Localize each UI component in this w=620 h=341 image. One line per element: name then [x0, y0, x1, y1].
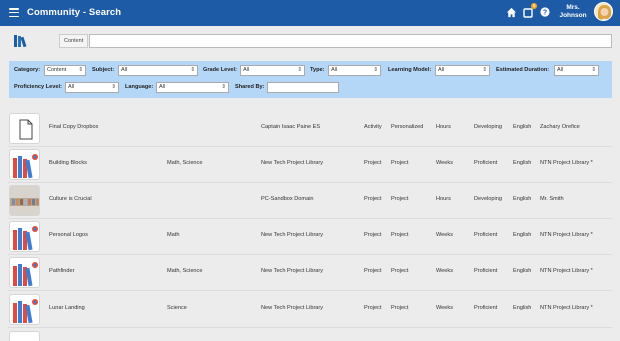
inbox-icon[interactable] — [523, 7, 533, 18]
result-duration: Weeks — [436, 160, 453, 166]
subject-label: Subject: — [92, 67, 115, 73]
avatar[interactable] — [594, 2, 613, 21]
result-title[interactable]: Final Copy Dropbox — [49, 124, 98, 130]
language-label: Language: — [125, 84, 154, 90]
result-model: Personalized — [391, 124, 424, 130]
result-duration: Hours — [436, 124, 451, 130]
document-icon — [9, 331, 40, 341]
svg-text:?: ? — [543, 10, 547, 17]
grade-level-label: Grade Level: — [203, 67, 237, 73]
result-title[interactable]: Culture is Crucial — [49, 196, 92, 202]
proficiency-level-label: Proficiency Level: — [14, 84, 62, 90]
result-type: Project — [364, 196, 382, 202]
category-select[interactable]: Content — [44, 65, 86, 76]
result-language: English — [513, 305, 532, 311]
search-input[interactable] — [89, 34, 612, 48]
result-row[interactable]: Lunar Landing Science New Tech Project L… — [8, 292, 612, 328]
result-language: English — [513, 160, 532, 166]
estimated-duration-label: Estimated Duration: — [496, 67, 550, 73]
home-icon[interactable] — [506, 7, 517, 18]
result-proficiency: Proficient — [474, 305, 498, 311]
library-logo-icon — [14, 35, 27, 48]
result-model: Project — [391, 160, 409, 166]
result-proficiency: Proficient — [474, 268, 498, 274]
result-title[interactable]: Lunar Landing — [49, 305, 85, 311]
result-duration: Hours — [436, 196, 451, 202]
result-type: Activity — [364, 124, 382, 130]
books-icon — [9, 221, 40, 252]
content-label: Content — [59, 34, 89, 48]
result-subject: Science — [167, 305, 187, 311]
result-language: English — [513, 268, 532, 274]
result-row[interactable]: Final Copy Dropbox Captain Isaac Paine E… — [8, 111, 612, 147]
result-type: Project — [364, 160, 382, 166]
type-label: Type: — [310, 67, 325, 73]
result-language: English — [513, 232, 532, 238]
result-source: New Tech Project Library — [261, 268, 324, 274]
books-icon — [9, 257, 40, 288]
result-proficiency: Developing — [474, 124, 502, 130]
result-type: Project — [364, 268, 382, 274]
type-select[interactable]: All — [328, 65, 381, 76]
result-type: Project — [364, 305, 382, 311]
result-proficiency: Proficient — [474, 232, 498, 238]
result-language: English — [513, 196, 532, 202]
proficiency-level-select[interactable]: All — [65, 82, 119, 93]
result-shared-by: NTN Project Library * — [540, 232, 593, 238]
result-shared-by: Zachary Orefice — [540, 124, 580, 130]
estimated-duration-select[interactable]: All — [554, 65, 599, 76]
result-title[interactable]: Pathfinder — [49, 268, 75, 274]
help-icon[interactable]: ? — [540, 7, 550, 17]
shared-by-input[interactable] — [267, 82, 339, 93]
result-duration: Weeks — [436, 232, 453, 238]
result-model: Project — [391, 305, 409, 311]
result-row[interactable]: Personal Logos Math New Tech Project Lib… — [8, 219, 612, 255]
shared-by-label: Shared By: — [235, 84, 265, 90]
result-model: Project — [391, 232, 409, 238]
result-shared-by: NTN Project Library * — [540, 305, 593, 311]
result-shared-by: NTN Project Library * — [540, 160, 593, 166]
category-label: Category: — [14, 67, 41, 73]
learning-model-label: Learning Model: — [388, 67, 432, 73]
result-source: PC-Sandbox Domain — [261, 196, 314, 202]
result-source: New Tech Project Library — [261, 305, 324, 311]
result-source: New Tech Project Library — [261, 232, 324, 238]
filter-panel: Category: Content Subject: All Grade Lev… — [9, 61, 612, 98]
result-row-partial[interactable] — [8, 329, 612, 341]
books-icon — [9, 294, 40, 325]
top-bar: Community - Search 1 ? Mrs. Johnson — [0, 0, 620, 26]
result-duration: Weeks — [436, 305, 453, 311]
result-subject: Math — [167, 232, 180, 238]
result-language: English — [513, 124, 532, 130]
user-name[interactable]: Mrs. Johnson — [556, 4, 590, 20]
result-model: Project — [391, 268, 409, 274]
result-row[interactable]: Pathfinder Math, Science New Tech Projec… — [8, 255, 612, 291]
result-model: Project — [391, 196, 409, 202]
result-duration: Weeks — [436, 268, 453, 274]
result-source: Captain Isaac Paine ES — [261, 124, 321, 130]
photo-thumbnail — [9, 185, 40, 216]
result-row[interactable]: Building Blocks Math, Science New Tech P… — [8, 147, 612, 183]
result-title[interactable]: Building Blocks — [49, 160, 87, 166]
page-title: Community - Search — [27, 7, 122, 18]
learning-model-select[interactable]: All — [435, 65, 490, 76]
document-icon — [9, 113, 40, 144]
result-subject: Math, Science — [167, 268, 203, 274]
result-row[interactable]: Culture is Crucial PC-Sandbox Domain Pro… — [8, 183, 612, 219]
result-shared-by: NTN Project Library * — [540, 268, 593, 274]
result-shared-by: Mr. Smith — [540, 196, 564, 202]
result-source: New Tech Project Library — [261, 160, 324, 166]
books-icon — [9, 149, 40, 180]
language-select[interactable]: All — [156, 82, 229, 93]
grade-level-select[interactable]: All — [240, 65, 305, 76]
result-proficiency: Developing — [474, 196, 502, 202]
result-type: Project — [364, 232, 382, 238]
menu-icon[interactable] — [9, 8, 19, 18]
result-proficiency: Proficient — [474, 160, 498, 166]
result-subject: Math, Science — [167, 160, 203, 166]
notification-badge: 1 — [531, 3, 537, 9]
subject-select[interactable]: All — [118, 65, 198, 76]
result-title[interactable]: Personal Logos — [49, 232, 88, 238]
